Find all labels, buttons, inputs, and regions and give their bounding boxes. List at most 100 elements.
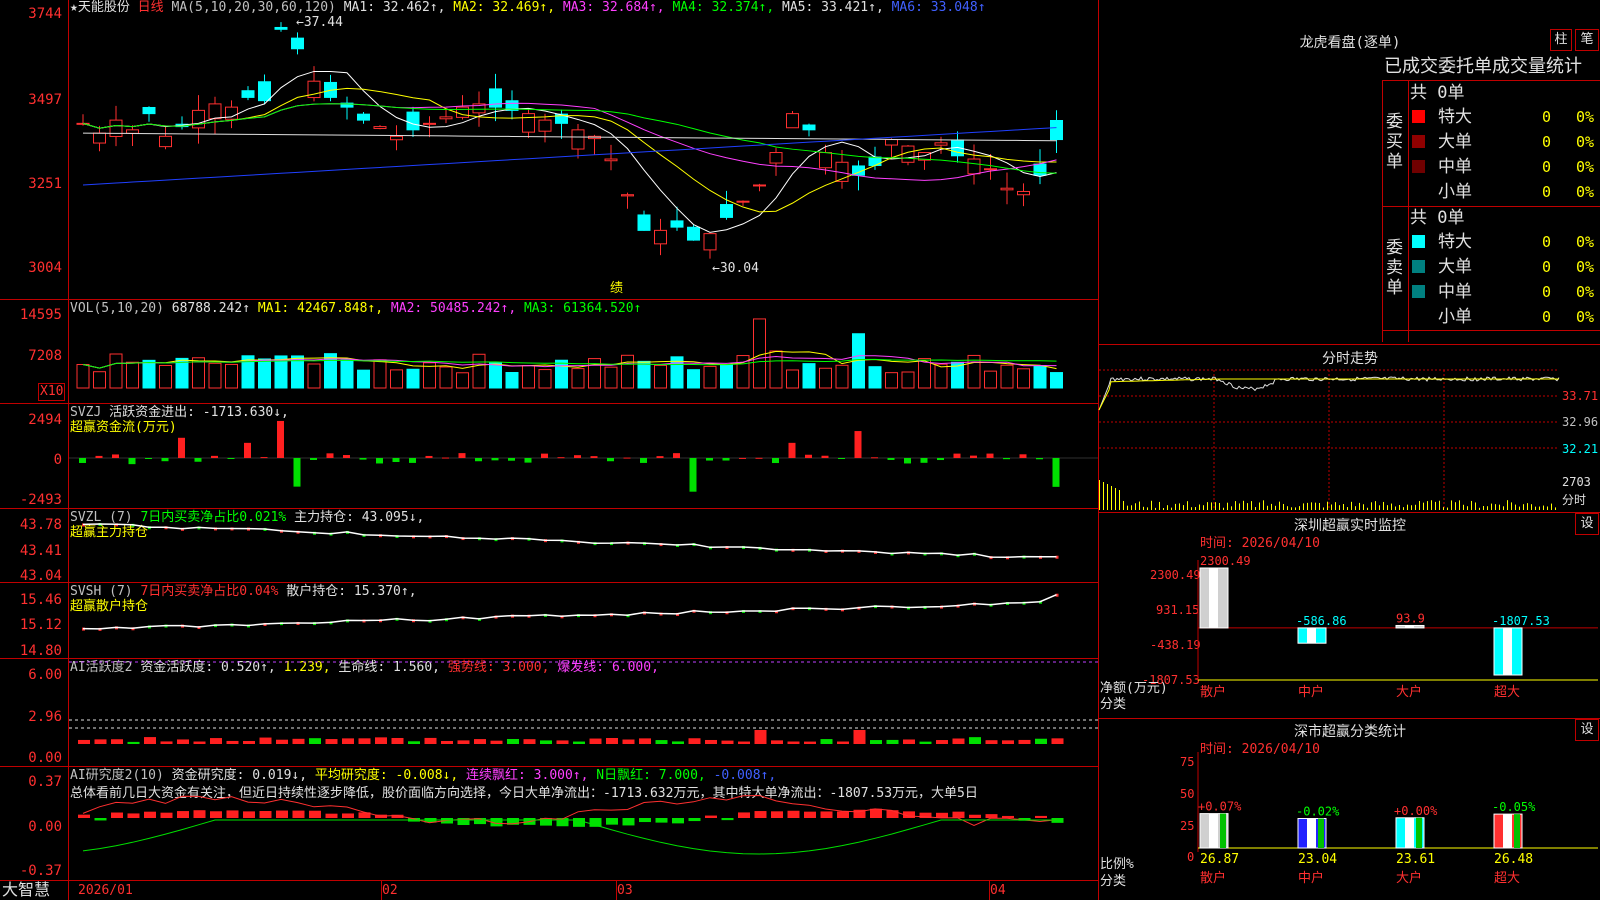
column-toggle-button[interactable]: 柱 <box>1550 29 1572 51</box>
candlestick-chart[interactable] <box>69 14 1098 294</box>
research-bar <box>688 818 701 822</box>
flow-bar <box>95 455 103 458</box>
flow-bar <box>904 458 911 464</box>
volume-chart[interactable] <box>69 316 1098 398</box>
intraday-vol-bar <box>1131 505 1132 510</box>
flow-bar <box>788 442 796 458</box>
retail-position-chart[interactable] <box>69 584 1098 656</box>
candle <box>274 26 288 30</box>
main-position-chart[interactable] <box>69 510 1098 580</box>
flow-bar <box>376 458 383 464</box>
volume-bar <box>1050 372 1063 389</box>
intraday-vol-bar <box>1543 505 1544 510</box>
intraday-vol-bar <box>1387 505 1388 510</box>
activity-bar <box>804 741 816 744</box>
flow-bar <box>491 458 499 461</box>
volume-bar <box>390 369 403 389</box>
research-bar <box>111 812 123 818</box>
intraday-vol-bar <box>1459 500 1460 510</box>
dragon-tabs[interactable]: 已成交委托单成交量统计 <box>1384 56 1582 78</box>
tick-toggle-button[interactable]: 笔 <box>1575 29 1599 51</box>
flow-bar <box>211 455 218 458</box>
pane-divider <box>0 403 1098 404</box>
fund-flow-chart[interactable] <box>69 405 1098 505</box>
intraday-chart[interactable] <box>1098 369 1560 510</box>
order-color-swatch <box>1412 110 1425 123</box>
intraday-vol-bar <box>1447 507 1448 510</box>
activity-bar <box>754 730 767 744</box>
x-axis-label: 04 <box>990 883 1006 898</box>
stock-name[interactable]: 天能股份 <box>78 0 130 15</box>
flow-bar <box>871 457 878 459</box>
divider <box>1408 80 1409 342</box>
ma-label: MA(5,10,20,30,60,120) <box>171 0 336 15</box>
net-flow-bar-chart[interactable]: 2300.49 散户 -586.86 中户 93.9 大户 -1807.53 超大 <box>1197 554 1598 720</box>
research-bar <box>837 811 849 818</box>
intraday-vol-bar <box>1171 507 1172 510</box>
net-flow-value: 93.9 <box>1396 611 1425 625</box>
divider <box>1382 80 1600 81</box>
order-pct: 0% <box>1576 183 1595 201</box>
research-bar <box>754 811 767 818</box>
candle <box>423 122 436 125</box>
intraday-vol-bar <box>1107 484 1108 510</box>
intraday-vol-bar <box>1327 501 1328 510</box>
intraday-vol-bar <box>1411 505 1412 510</box>
volume-bar <box>142 359 156 389</box>
intraday-vol-bar <box>1287 506 1288 510</box>
intraday-tick: 32.96 <box>1562 415 1599 429</box>
classify-settings-button[interactable]: 设 <box>1575 719 1599 741</box>
activity-bar <box>985 740 998 744</box>
intraday-vol-bar <box>1215 502 1216 510</box>
activity-chart[interactable] <box>69 660 1098 764</box>
intraday-vol-bar <box>1167 505 1168 510</box>
research-bar <box>606 818 618 825</box>
flow-bar <box>178 437 185 458</box>
volume-bar <box>439 366 453 389</box>
order-count: 0 <box>1542 308 1552 326</box>
ma1-value: MA1: 32.462↑, <box>343 0 446 15</box>
monitor-settings-button[interactable]: 设 <box>1575 513 1599 535</box>
brand-logo[interactable]: 大智慧 <box>2 882 50 898</box>
research-bar <box>952 811 965 818</box>
intraday-vol-bar <box>1267 505 1268 510</box>
x-axis-label: 03 <box>617 883 633 898</box>
flow-bar <box>524 458 532 463</box>
intraday-vol-bar <box>1491 503 1492 510</box>
volume-bar <box>1017 368 1030 389</box>
period-label[interactable]: 日线 <box>138 0 164 15</box>
order-count: 0 <box>1542 108 1552 126</box>
intraday-vol-bar <box>1475 502 1476 510</box>
ratio-bar-chart[interactable]: +0.07% 26.87 散户 -0.02% 23.04 中户 +0.00% 23.61 大户 -… <box>1197 752 1598 900</box>
activity-bar <box>1035 738 1047 744</box>
flow-bar <box>260 457 268 459</box>
ratio-bar-edge <box>1416 817 1422 848</box>
intraday-tick: 32.21 <box>1562 442 1599 456</box>
research-chart[interactable] <box>69 790 1098 878</box>
vol-tick: 7208 <box>28 348 62 364</box>
buy-total: 共 0单 <box>1410 83 1465 103</box>
intraday-vol-bar <box>1311 502 1312 510</box>
flow-bar <box>590 456 598 458</box>
vol-header: VOL(5,10,20) 68788.242↑ MA1: 42467.848↑,… <box>70 301 642 316</box>
volume-bar <box>93 371 106 389</box>
candle <box>753 184 766 187</box>
intraday-vol-bar <box>1103 482 1104 510</box>
activity-bar <box>507 738 519 744</box>
intraday-vol-bar <box>1455 502 1456 510</box>
ratio-category: 超大 <box>1494 871 1520 886</box>
intraday-vol-bar <box>1163 507 1164 510</box>
activity-bar <box>853 730 866 744</box>
candle <box>109 119 123 138</box>
ratio-bar-highlight <box>1503 814 1512 848</box>
intraday-vol-bar <box>1331 504 1332 510</box>
activity-bar <box>441 740 453 744</box>
activity-bar <box>408 741 420 744</box>
intraday-vol-bar <box>1471 500 1472 510</box>
intraday-vol-bar <box>1419 500 1420 510</box>
research-bar <box>639 818 651 823</box>
monitor-tick: 2300.49 <box>1150 568 1201 582</box>
classify-time: 时间: 2026/04/10 <box>1200 742 1320 757</box>
intraday-vol-bar <box>1547 506 1548 510</box>
activity-bar <box>969 737 981 744</box>
